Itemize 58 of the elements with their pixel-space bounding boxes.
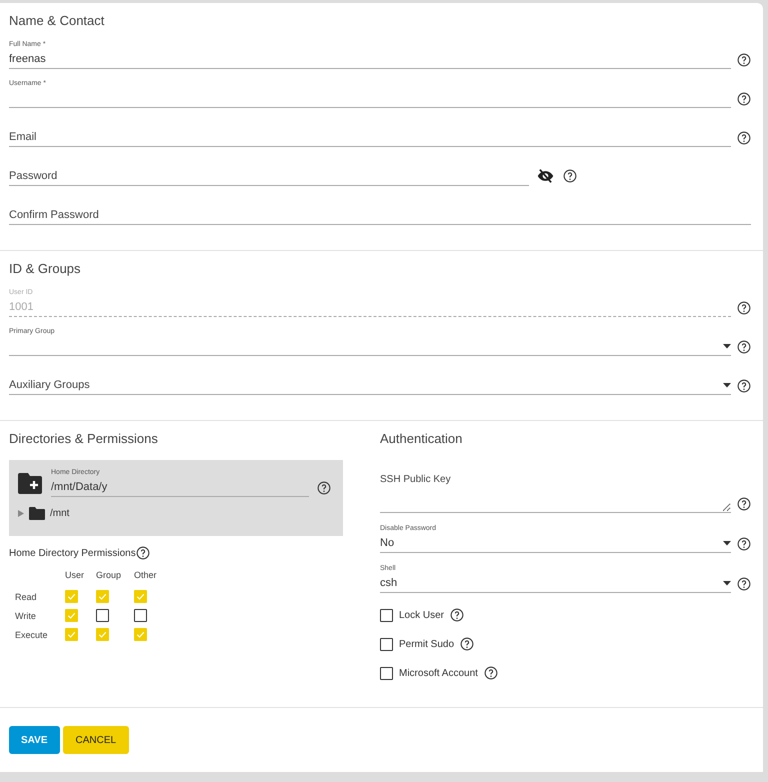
help-icon[interactable] — [737, 131, 751, 145]
text-field[interactable]: Email — [9, 128, 731, 147]
caret-icon — [723, 580, 731, 586]
cancel-button[interactable]: CANCEL — [62, 726, 130, 754]
checkbox-label: Microsoft Account — [399, 668, 478, 678]
checkbox-label: Permit Sudo — [399, 638, 454, 650]
help-icon[interactable] — [484, 666, 498, 680]
folder-plus-icon[interactable] — [18, 472, 42, 494]
eye-slash-icon[interactable] — [537, 169, 554, 183]
caret-icon — [723, 344, 731, 348]
checkbox[interactable] — [96, 628, 109, 641]
help-icon[interactable] — [563, 169, 577, 183]
checkbox[interactable] — [96, 590, 109, 603]
expand-arrow-icon[interactable] — [18, 510, 24, 517]
dropdown-field[interactable]: No — [380, 534, 731, 553]
checkbox[interactable] — [65, 590, 78, 603]
text-field[interactable]: /mnt/Data/y — [51, 478, 309, 497]
permissions-label: Home Directory Permissions — [9, 548, 136, 558]
help-icon[interactable] — [737, 537, 751, 551]
section-title: ID & Groups — [9, 260, 82, 278]
row-label: Execute — [15, 630, 49, 640]
checkbox-label: Lock User — [399, 610, 444, 620]
section-title: Directories & Permissions — [9, 430, 159, 448]
caret-icon — [723, 382, 731, 388]
checkbox[interactable] — [380, 608, 393, 622]
text-field[interactable]: Confirm Password — [9, 206, 751, 225]
help-icon[interactable] — [737, 92, 751, 106]
column-header: Other — [134, 570, 158, 580]
help-icon[interactable] — [317, 481, 331, 495]
section-title: Name & Contact — [9, 12, 106, 30]
caret-icon — [723, 540, 731, 546]
help-icon[interactable] — [460, 637, 474, 651]
tree-item[interactable]: /mnt — [18, 507, 70, 520]
checkbox[interactable] — [134, 609, 147, 622]
help-icon[interactable] — [737, 379, 751, 393]
checkbox[interactable] — [134, 628, 147, 641]
help-icon[interactable] — [737, 497, 751, 511]
help-icon[interactable] — [737, 577, 751, 591]
column-header: User — [65, 570, 86, 580]
dropdown-field[interactable]: csh — [380, 574, 731, 593]
help-icon[interactable] — [737, 53, 751, 67]
checkbox[interactable] — [134, 590, 147, 603]
help-icon[interactable] — [136, 546, 150, 560]
folder-icon — [29, 507, 45, 520]
help-icon[interactable] — [450, 608, 464, 622]
checkbox[interactable] — [96, 609, 109, 622]
text-field[interactable]: freenas — [9, 50, 731, 69]
dropdown-field[interactable]: Auxiliary Groups — [9, 376, 731, 395]
checkbox[interactable] — [380, 666, 393, 680]
password-field[interactable]: Password — [9, 167, 529, 186]
column-header: Group — [96, 570, 122, 580]
section-title: Authentication — [380, 430, 464, 448]
checkbox[interactable] — [65, 609, 78, 622]
row-label: Write — [15, 610, 37, 620]
checkbox[interactable] — [65, 628, 78, 641]
help-icon[interactable] — [737, 340, 751, 354]
row-label: Read — [15, 592, 38, 602]
checkbox[interactable] — [380, 638, 393, 650]
